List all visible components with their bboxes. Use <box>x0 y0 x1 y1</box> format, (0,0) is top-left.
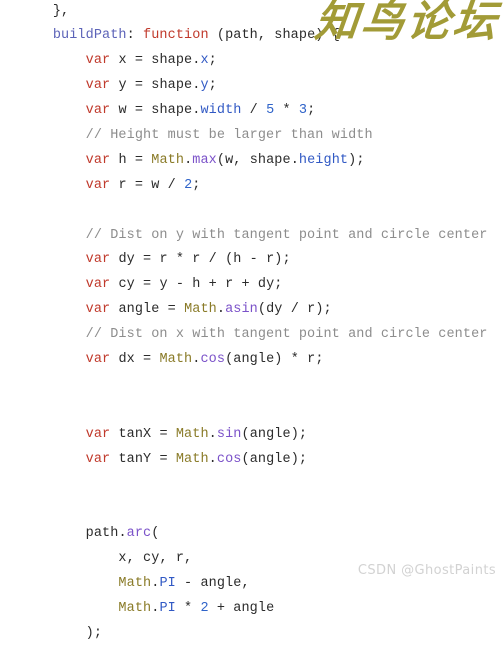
code-line: var h = Math.max(w, shape.height); <box>85 152 365 168</box>
code-line: x, cy, r, <box>118 551 193 567</box>
code-line: }, <box>52 3 70 19</box>
code-line: var tanY = Math.cos(angle); <box>85 451 308 467</box>
code-line: var x = shape.x; <box>85 53 217 69</box>
code-line: var dy = r * r / (h - r); <box>85 252 291 268</box>
code-viewer: }, buildPath: function (path, shape) { v… <box>0 0 503 641</box>
code-line: Math.PI - angle, <box>118 575 250 591</box>
code-line: path.arc( <box>85 526 160 542</box>
code-line: var y = shape.y; <box>85 78 217 94</box>
code-line: var r = w / 2; <box>85 177 201 193</box>
code-line: // Dist on x with tangent point and circ… <box>85 327 488 343</box>
code-line: ); <box>85 625 103 641</box>
code-line: buildPath: function (path, shape) { <box>52 28 340 44</box>
code-line: // Dist on y with tangent point and circ… <box>85 227 488 243</box>
code-line: var w = shape.width / 5 * 3; <box>85 103 316 119</box>
code-block[interactable]: }, buildPath: function (path, shape) { v… <box>0 0 503 647</box>
code-line: var tanX = Math.sin(angle); <box>85 426 308 442</box>
code-line: // Height must be larger than width <box>85 127 373 143</box>
code-line: var dx = Math.cos(angle) * r; <box>85 351 324 367</box>
code-line: var cy = y - h + r + dy; <box>85 277 283 293</box>
code-line: Math.PI * 2 + angle <box>118 600 275 616</box>
code-line: var angle = Math.asin(dy / r); <box>85 302 332 318</box>
